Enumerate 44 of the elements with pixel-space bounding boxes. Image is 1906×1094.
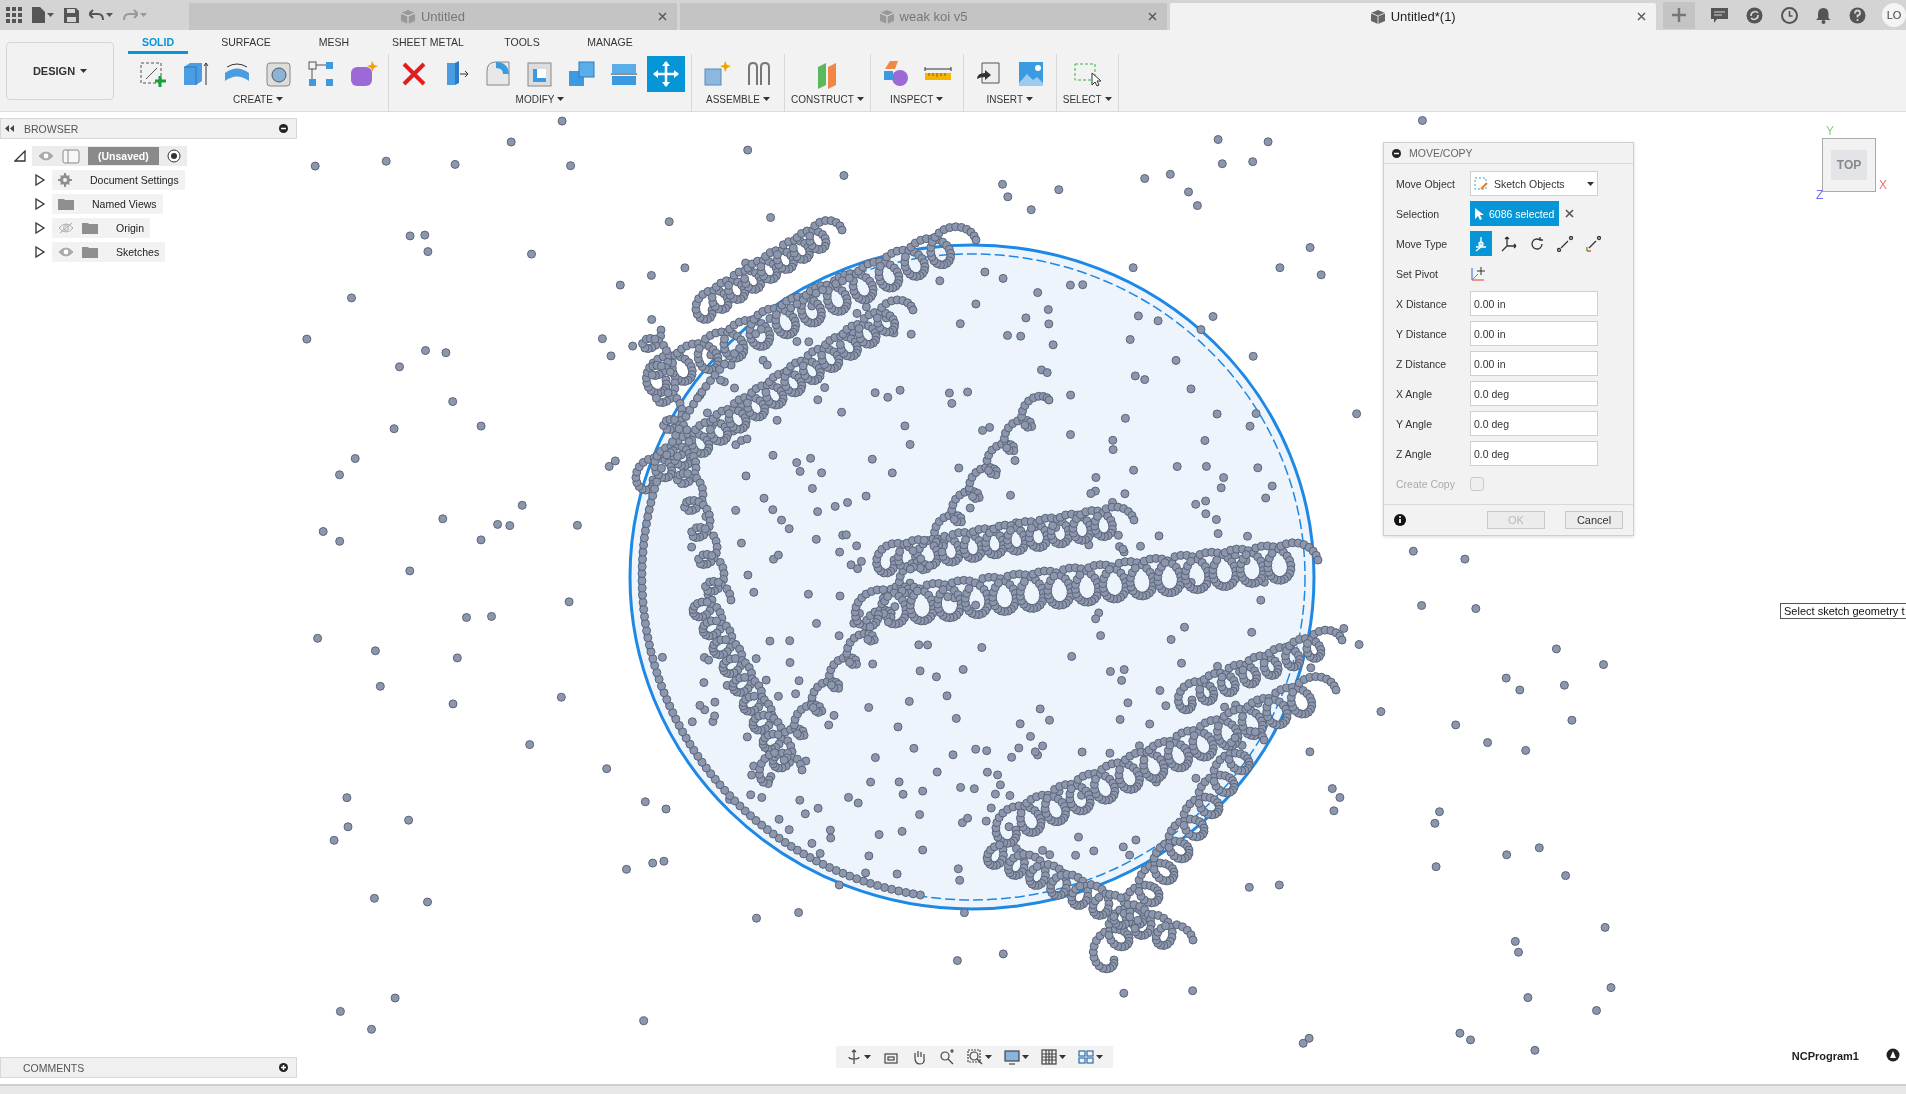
value-field[interactable]: 0.00 in (1470, 321, 1598, 346)
tree-item[interactable]: Origin (52, 218, 150, 238)
tool-group-menu[interactable]: MODIFY (515, 93, 565, 105)
field-label: Set Pivot (1396, 267, 1440, 280)
comments-header[interactable]: COMMENTS (0, 1057, 297, 1078)
tree-item[interactable]: Sketches (52, 242, 166, 262)
workspace-dropdown[interactable]: DESIGN (6, 41, 114, 100)
value-field[interactable]: 0.0 deg (1470, 381, 1598, 406)
dialog-button[interactable]: Cancel (1565, 511, 1623, 529)
tool-group-menu[interactable]: INSERT (986, 93, 1034, 105)
field-label: Z Angle (1396, 447, 1433, 460)
toolbar-tab[interactable]: SURFACE (216, 35, 276, 54)
field-label: X Angle (1396, 387, 1434, 400)
field-label: X Distance (1396, 297, 1448, 310)
document-tab[interactable]: Untitled*(1) (1170, 3, 1656, 30)
toolbar-tab[interactable]: MESH (304, 35, 364, 54)
field-label: Create Copy (1396, 477, 1456, 490)
tree-item[interactable]: Named Views (52, 194, 163, 214)
field-label: Selection (1396, 207, 1441, 220)
value-field[interactable]: 0.00 in (1470, 291, 1598, 316)
field-label: Move Object (1396, 177, 1456, 190)
value-field[interactable]: 0.0 deg (1470, 411, 1598, 436)
tool-group-menu[interactable]: INSPECT (890, 93, 944, 105)
tree-item[interactable]: Document Settings (52, 170, 185, 190)
field-label: Z Distance (1396, 357, 1448, 370)
field-label: Move Type (1396, 237, 1449, 250)
field-label: Y Distance (1396, 327, 1448, 340)
tool-group-menu[interactable]: ASSEMBLE (706, 93, 770, 105)
value-field[interactable]: 0.0 deg (1470, 441, 1598, 466)
value-field[interactable]: 0.00 in (1470, 351, 1598, 376)
tool-group-menu[interactable]: CREATE (233, 93, 283, 105)
view-cube[interactable]: TOP Y X Z (1812, 128, 1892, 208)
dialog-title: MOVE/COPY (1409, 147, 1473, 159)
tool-group-menu[interactable]: CONSTRUCT (791, 93, 864, 105)
browser-header[interactable]: BROWSER (0, 118, 297, 139)
tooltip: Select sketch geometry t (1780, 603, 1906, 619)
user-avatar[interactable]: LO (1882, 3, 1906, 27)
toolbar-tab[interactable]: SHEET METAL (392, 35, 464, 54)
status-label: NCProgram1 (1791, 1050, 1859, 1062)
dropdown-field[interactable]: Sketch Objects (1470, 171, 1598, 196)
field-label: Y Angle (1396, 417, 1433, 430)
toolbar-tab[interactable]: TOOLS (491, 35, 552, 54)
toolbar-tab[interactable]: MANAGE (579, 35, 640, 54)
tool-group-menu[interactable]: SELECT (1062, 93, 1112, 105)
